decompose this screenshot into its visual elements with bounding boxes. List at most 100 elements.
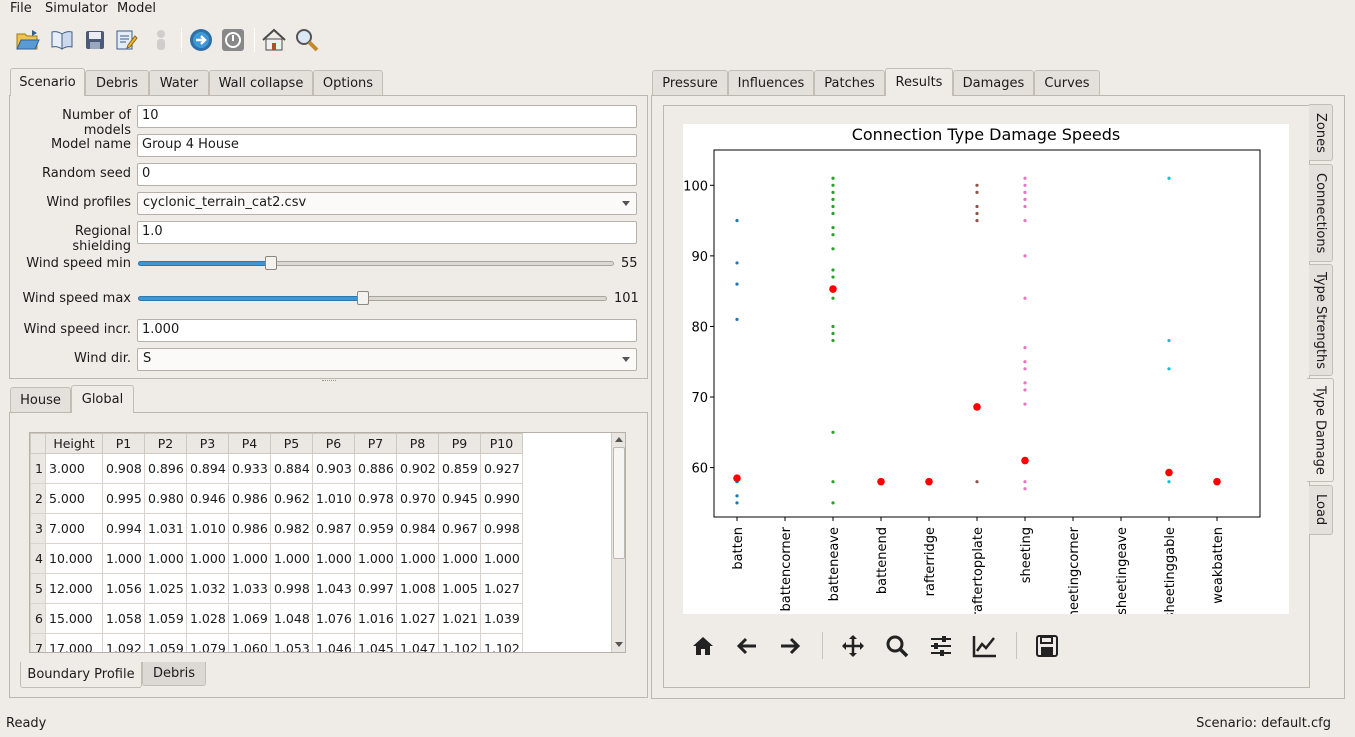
- wind-profiles-select[interactable]: cyclonic_terrain_cat2.csv: [137, 192, 637, 215]
- table-row[interactable]: 7 17.000 1.092 1.059 1.079 1.060 1.053 1.046 1.0…: [30, 633, 523, 652]
- table-row[interactable]: 4 10.000 1.000 1.000 1.000 1.000 1.000 1.000 1.0…: [30, 543, 523, 574]
- table-cell[interactable]: 1.046: [312, 633, 355, 652]
- table-cell[interactable]: 0.995: [102, 483, 145, 514]
- table-cell[interactable]: 1.010: [312, 483, 355, 514]
- table-cell[interactable]: 0.886: [354, 453, 397, 484]
- tab-influences[interactable]: Influences: [728, 70, 814, 96]
- ws-incr-input[interactable]: 1.000: [137, 319, 637, 342]
- table-cell[interactable]: 1.000: [354, 543, 397, 574]
- tab-connections[interactable]: Connections: [1309, 164, 1333, 262]
- table-row[interactable]: 2 5.000 0.995 0.980 0.946 0.986 0.962 1.010 0.97…: [30, 483, 523, 514]
- menu-simulator[interactable]: Simulator: [45, 1, 108, 16]
- table-cell[interactable]: 1.000: [102, 543, 145, 574]
- table-cell[interactable]: 3.000: [45, 453, 103, 484]
- scrollbar-thumb[interactable]: [613, 447, 625, 559]
- table-cell[interactable]: 1.000: [270, 543, 313, 574]
- row-header[interactable]: 3: [30, 513, 46, 544]
- save-icon[interactable]: [80, 25, 110, 55]
- table-cell[interactable]: 1.092: [102, 633, 145, 652]
- table-cell[interactable]: 1.058: [102, 603, 145, 634]
- scroll-down-icon[interactable]: [615, 642, 623, 647]
- tab-damages[interactable]: Damages: [953, 70, 1034, 96]
- wind-dir-select[interactable]: S: [137, 348, 637, 371]
- column-header[interactable]: Height: [45, 433, 103, 454]
- table-cell[interactable]: 1.102: [480, 633, 523, 652]
- ws-min-slider-handle[interactable]: [265, 256, 277, 270]
- table-cell[interactable]: 7.000: [45, 513, 103, 544]
- row-header[interactable]: 6: [30, 603, 46, 634]
- table-cell[interactable]: 1.021: [438, 603, 481, 634]
- table-row[interactable]: 1 3.000 0.908 0.896 0.894 0.933 0.884 0.903 0.88…: [30, 453, 523, 484]
- column-header[interactable]: P2: [144, 433, 187, 454]
- back-arrow-icon[interactable]: [731, 630, 763, 662]
- table-cell[interactable]: 0.997: [354, 573, 397, 604]
- table-cell[interactable]: 1.028: [186, 603, 229, 634]
- table-cell[interactable]: 0.984: [396, 513, 439, 544]
- table-cell[interactable]: 1.102: [438, 633, 481, 652]
- table-cell[interactable]: 1.000: [144, 543, 187, 574]
- table-row[interactable]: 3 7.000 0.994 1.031 1.010 0.986 0.982 0.987 0.95…: [30, 513, 523, 544]
- open-folder-icon[interactable]: [13, 25, 43, 55]
- tab-type-strengths[interactable]: Type Strengths: [1309, 264, 1333, 376]
- table-cell[interactable]: 1.010: [186, 513, 229, 544]
- table-cell[interactable]: 5.000: [45, 483, 103, 514]
- table-cell[interactable]: 1.056: [102, 573, 145, 604]
- table-cell[interactable]: 0.884: [270, 453, 313, 484]
- table-cell[interactable]: 1.045: [354, 633, 397, 652]
- table-cell[interactable]: 1.033: [228, 573, 271, 604]
- table-cell[interactable]: 1.059: [144, 603, 187, 634]
- row-header[interactable]: 2: [30, 483, 46, 514]
- table-cell[interactable]: 1.032: [186, 573, 229, 604]
- table-scrollbar[interactable]: [611, 433, 625, 652]
- table-cell[interactable]: 0.970: [396, 483, 439, 514]
- table-cell[interactable]: 1.059: [144, 633, 187, 652]
- table-cell[interactable]: 0.962: [270, 483, 313, 514]
- home-icon[interactable]: [687, 630, 719, 662]
- tab-wall-collapse[interactable]: Wall collapse: [209, 70, 313, 96]
- tab-patches[interactable]: Patches: [814, 70, 885, 96]
- row-header[interactable]: 7: [30, 633, 46, 652]
- zoom-icon[interactable]: [881, 630, 913, 662]
- table-cell[interactable]: 0.994: [102, 513, 145, 544]
- tab-debris[interactable]: Debris: [85, 70, 149, 96]
- table-cell[interactable]: 1.000: [438, 543, 481, 574]
- stop-person-icon[interactable]: [146, 25, 176, 55]
- table-cell[interactable]: 0.987: [312, 513, 355, 544]
- table-cell[interactable]: 0.982: [270, 513, 313, 544]
- table-cell[interactable]: 15.000: [45, 603, 103, 634]
- table-cell[interactable]: 1.048: [270, 603, 313, 634]
- column-header[interactable]: P9: [438, 433, 481, 454]
- table-cell[interactable]: 0.933: [228, 453, 271, 484]
- table-cell[interactable]: 1.027: [396, 603, 439, 634]
- tab-curves[interactable]: Curves: [1034, 70, 1100, 96]
- table-cell[interactable]: 1.047: [396, 633, 439, 652]
- pan-icon[interactable]: [837, 630, 869, 662]
- scroll-up-icon[interactable]: [615, 437, 623, 442]
- save-figure-icon[interactable]: [1031, 630, 1063, 662]
- tab-boundary-profile[interactable]: Boundary Profile: [20, 662, 142, 688]
- table-cell[interactable]: 1.025: [144, 573, 187, 604]
- edit-axis-icon[interactable]: [969, 630, 1001, 662]
- table-cell[interactable]: 0.945: [438, 483, 481, 514]
- table-cell[interactable]: 17.000: [45, 633, 103, 652]
- table-cell[interactable]: 0.998: [480, 513, 523, 544]
- model-name-input[interactable]: Group 4 House: [137, 134, 637, 157]
- table-cell[interactable]: 1.069: [228, 603, 271, 634]
- table-cell[interactable]: 1.039: [480, 603, 523, 634]
- column-header[interactable]: P10: [480, 433, 523, 454]
- row-header[interactable]: 5: [30, 573, 46, 604]
- column-header[interactable]: P8: [396, 433, 439, 454]
- column-header[interactable]: P3: [186, 433, 229, 454]
- shielding-input[interactable]: 1.0: [137, 221, 637, 244]
- table-cell[interactable]: 0.946: [186, 483, 229, 514]
- table-cell[interactable]: 1.053: [270, 633, 313, 652]
- forward-arrow-icon[interactable]: [774, 630, 806, 662]
- table-cell[interactable]: 0.986: [228, 513, 271, 544]
- column-header[interactable]: P1: [102, 433, 145, 454]
- tab-water[interactable]: Water: [149, 70, 209, 96]
- table-cell[interactable]: 0.980: [144, 483, 187, 514]
- table-cell[interactable]: 0.908: [102, 453, 145, 484]
- tab-pressure[interactable]: Pressure: [652, 70, 728, 96]
- menu-model[interactable]: Model: [117, 1, 156, 16]
- tab-results[interactable]: Results: [885, 68, 953, 96]
